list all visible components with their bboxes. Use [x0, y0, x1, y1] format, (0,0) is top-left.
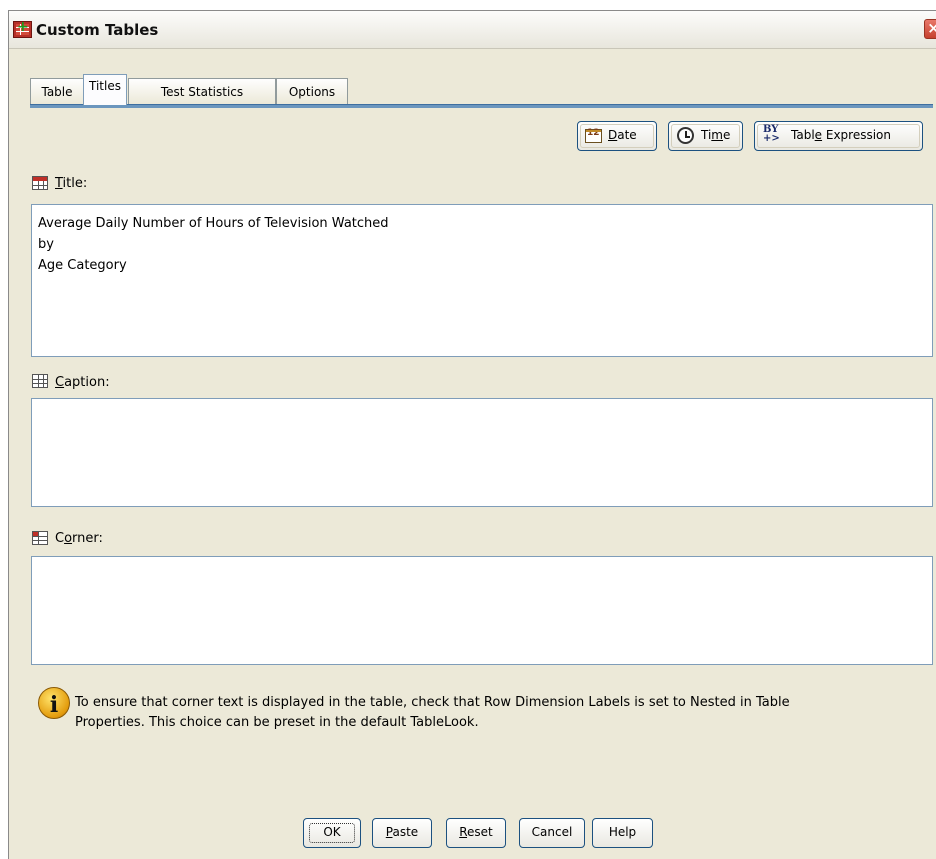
corner-label: Corner: — [55, 531, 103, 546]
tab-test-statistics-label: Test Statistics — [160, 85, 244, 99]
corner-table-icon — [32, 531, 48, 545]
corner-textarea[interactable] — [31, 556, 933, 665]
tab-titles-label: Titles — [89, 79, 121, 93]
table-expression-label-rest: Expression — [822, 128, 891, 142]
tab-titles[interactable]: Titles — [83, 74, 127, 105]
time-label-start: Ti — [701, 128, 712, 142]
title-bar: Custom Tables × — [9, 11, 936, 49]
date-label-rest: ate — [617, 128, 637, 142]
caption-table-icon — [32, 374, 48, 388]
info-icon: i — [38, 687, 70, 719]
window-title: Custom Tables — [36, 21, 159, 39]
caption-textarea[interactable] — [31, 398, 933, 507]
time-label-rest: e — [723, 128, 731, 142]
date-button[interactable]: Date — [577, 121, 657, 151]
cancel-button[interactable]: Cancel — [519, 818, 585, 848]
tab-table[interactable]: Table — [30, 78, 84, 104]
caption-label: Caption: — [55, 375, 110, 390]
ok-button[interactable]: OK — [303, 818, 361, 848]
paste-button[interactable]: Paste — [372, 818, 432, 848]
time-mnemonic: m — [711, 128, 723, 142]
table-expression-label-start: Tabl — [791, 128, 815, 142]
custom-tables-app-icon — [13, 19, 32, 38]
custom-tables-dialog: Custom Tables × Table Titles Test Statis… — [8, 10, 936, 859]
by-expression-icon: BY +> — [763, 124, 780, 144]
table-expression-button[interactable]: BY +> Table Expression — [754, 121, 923, 151]
title-table-icon — [32, 176, 48, 190]
calendar-icon — [585, 128, 602, 143]
info-line-1: To ensure that corner text is displayed … — [75, 695, 790, 710]
tab-panel-divider — [30, 104, 933, 108]
tab-test-statistics[interactable]: Test Statistics — [128, 78, 276, 104]
table-expression-mnemonic: e — [814, 128, 823, 142]
tab-options[interactable]: Options — [276, 78, 348, 104]
help-button[interactable]: Help — [592, 818, 653, 848]
info-message: To ensure that corner text is displayed … — [75, 693, 915, 733]
date-mnemonic: D — [608, 128, 618, 142]
clock-icon — [677, 127, 694, 144]
title-line: Average Daily Number of Hours of Televis… — [38, 216, 389, 231]
tab-options-label: Options — [288, 85, 336, 99]
time-button[interactable]: Time — [668, 121, 743, 151]
info-line-2: Properties. This choice can be preset in… — [75, 715, 479, 730]
reset-button[interactable]: Reset — [446, 818, 506, 848]
title-line: Age Category — [38, 258, 127, 273]
title-line: by — [38, 237, 54, 252]
title-textarea[interactable]: Average Daily Number of Hours of Televis… — [31, 204, 933, 357]
close-button[interactable]: × — [924, 19, 936, 39]
title-label: Title: — [55, 176, 88, 191]
tab-table-label: Table — [41, 85, 73, 99]
